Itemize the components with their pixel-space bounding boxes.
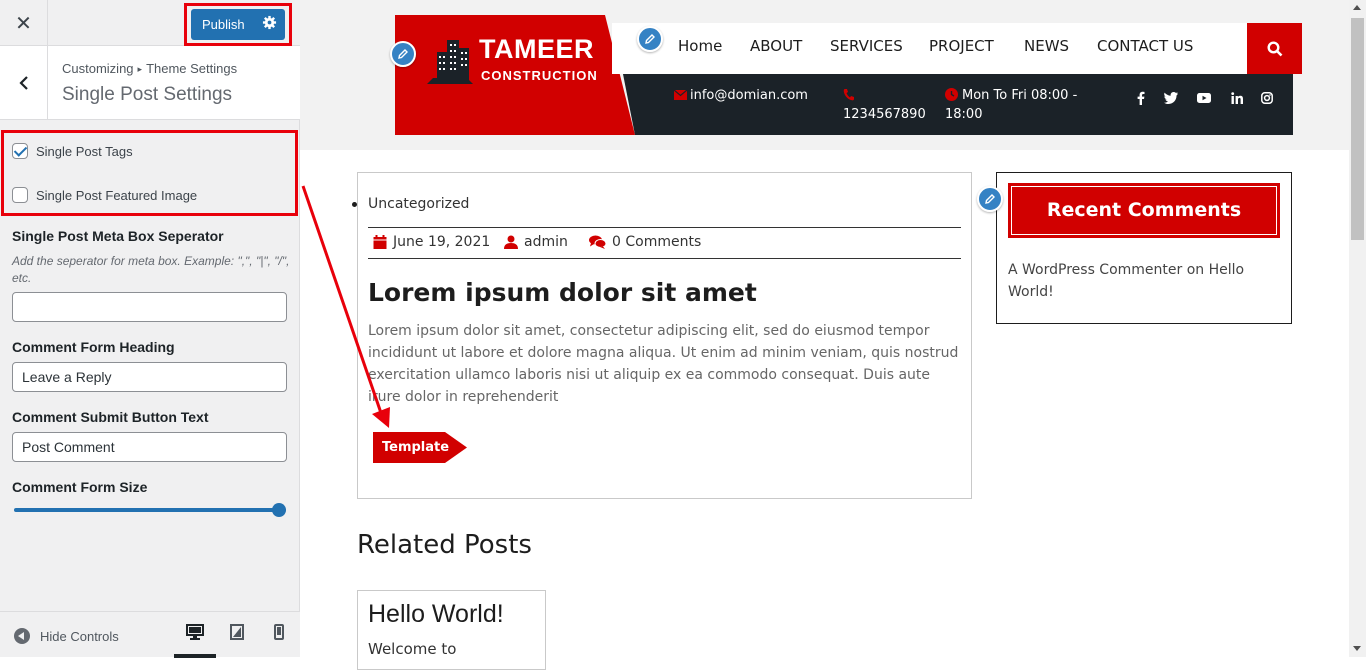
post-date[interactable]: June 19, 2021	[373, 234, 490, 250]
hide-controls-button[interactable]: Hide Controls	[14, 628, 119, 644]
on-word: on	[1186, 262, 1205, 278]
post-date-text: June 19, 2021	[393, 234, 491, 250]
comments-icon	[589, 235, 606, 249]
nav-news[interactable]: NEWS	[1024, 37, 1069, 55]
nav-contact-us[interactable]: CONTACT US	[1097, 37, 1193, 55]
twitter-icon[interactable]	[1164, 92, 1178, 104]
customizer-sidebar: ✕ Publish Customizing ▸ Theme Settings Sin…	[0, 0, 300, 658]
related-post-excerpt: Welcome to	[368, 640, 457, 658]
comment-size-slider-thumb[interactable]	[272, 503, 286, 517]
tablet-preview-button[interactable]	[216, 624, 258, 658]
youtube-icon[interactable]	[1197, 93, 1211, 103]
edit-widget-pencil-icon[interactable]	[977, 186, 1003, 212]
publish-highlight-box: Publish	[184, 3, 292, 46]
scroll-up-arrow-icon[interactable]	[1353, 5, 1361, 10]
post-excerpt: Lorem ipsum dolor sit amet, consectetur …	[368, 323, 959, 405]
edit-logo-pencil-icon[interactable]	[390, 41, 416, 67]
list-bullet	[352, 202, 357, 207]
facebook-icon[interactable]	[1137, 91, 1145, 105]
contact-phone[interactable]: 1234567890	[843, 105, 926, 124]
gear-icon[interactable]	[262, 15, 277, 30]
opening-hours-line2: 18:00	[945, 107, 983, 122]
edit-menu-pencil-icon[interactable]	[637, 26, 663, 52]
close-customizer-button[interactable]: ✕	[0, 0, 48, 46]
breadcrumb-separator: ▸	[137, 64, 143, 74]
checkbox-label: Single Post Tags	[36, 143, 133, 159]
single-post-featured-image-option[interactable]: Single Post Featured Image	[12, 187, 197, 203]
section-header: Customizing ▸ Theme Settings Single Post S…	[0, 46, 300, 120]
collapse-icon	[14, 628, 30, 644]
nav-about[interactable]: ABOUT	[750, 37, 802, 55]
clock-icon	[945, 88, 958, 101]
checkbox-label: Single Post Featured Image	[36, 187, 198, 203]
widget-title: Recent Comments	[1046, 199, 1242, 221]
post-category-link[interactable]: Uncategorized	[368, 196, 469, 212]
instagram-icon[interactable]	[1261, 92, 1273, 104]
comment-button-input[interactable]: Post Comment	[12, 432, 287, 462]
desktop-icon	[186, 624, 204, 640]
contact-email[interactable]: info@domian.com	[690, 86, 808, 105]
tablet-icon	[230, 624, 244, 640]
comment-button-label: Comment Submit Button Text	[12, 409, 209, 425]
phone-icon	[843, 89, 854, 101]
single-post-tags-checkbox[interactable]	[12, 143, 28, 159]
post-author[interactable]: admin	[504, 234, 568, 250]
search-icon	[1266, 40, 1282, 56]
scrollbar-thumb[interactable]	[1351, 18, 1364, 240]
building-logo-icon	[427, 40, 473, 84]
meta-separator-label: Single Post Meta Box Seperator	[12, 228, 224, 244]
desktop-preview-button[interactable]	[174, 624, 216, 658]
customizer-footer: Hide Controls	[0, 611, 300, 658]
post-title[interactable]: Lorem ipsum dolor sit amet	[368, 278, 757, 307]
calendar-icon	[373, 235, 387, 249]
meta-separator-input[interactable]	[12, 292, 287, 322]
section-title: Single Post Settings	[62, 84, 233, 105]
mobile-preview-button[interactable]	[258, 624, 300, 658]
publish-button[interactable]: Publish	[191, 9, 285, 40]
mobile-icon	[274, 624, 284, 640]
logo-title[interactable]: TAMEER	[479, 34, 594, 65]
recent-comment-entry: A WordPress Commenter on Hello World!	[1008, 259, 1278, 303]
opening-hours-line1: Mon To Fri 08:00 -	[962, 88, 1078, 103]
breadcrumb-parent: Customizing	[62, 61, 134, 76]
hide-controls-label: Hide Controls	[40, 628, 119, 644]
related-posts-heading: Related Posts	[357, 530, 532, 560]
publish-label: Publish	[202, 17, 245, 32]
envelope-icon	[674, 90, 687, 100]
post-comments-text: 0 Comments	[612, 234, 702, 250]
post-author-text: admin	[524, 234, 568, 250]
single-post-tags-option[interactable]: Single Post Tags	[12, 143, 133, 159]
user-icon	[504, 235, 518, 249]
search-button[interactable]	[1247, 23, 1302, 74]
nav-project[interactable]: PROJECT	[929, 37, 994, 55]
back-button[interactable]	[0, 46, 48, 120]
meta-divider-top	[368, 227, 961, 228]
breadcrumb: Customizing ▸ Theme Settings	[62, 61, 237, 76]
scroll-down-arrow-icon[interactable]	[1353, 646, 1361, 651]
linkedin-icon[interactable]	[1231, 92, 1243, 104]
single-post-featured-image-checkbox[interactable]	[12, 187, 28, 203]
close-icon: ✕	[15, 11, 32, 35]
nav-services[interactable]: SERVICES	[830, 37, 903, 55]
meta-divider-bottom	[368, 258, 961, 259]
chevron-left-icon	[18, 76, 28, 90]
comment-size-label: Comment Form Size	[12, 479, 148, 495]
commenter-link[interactable]: A WordPress Commenter	[1008, 262, 1182, 278]
comment-heading-label: Comment Form Heading	[12, 339, 175, 355]
comment-size-slider[interactable]	[14, 508, 286, 512]
logo-subtitle[interactable]: CONSTRUCTION	[481, 68, 598, 83]
comment-heading-input[interactable]: Leave a Reply	[12, 362, 287, 392]
breadcrumb-current: Theme Settings	[146, 61, 238, 76]
nav-home[interactable]: Home	[678, 37, 722, 55]
post-comments[interactable]: 0 Comments	[589, 234, 701, 250]
meta-separator-description: Add the seperator for meta box. Example:…	[12, 254, 290, 285]
related-post-title[interactable]: Hello World!	[368, 600, 504, 629]
